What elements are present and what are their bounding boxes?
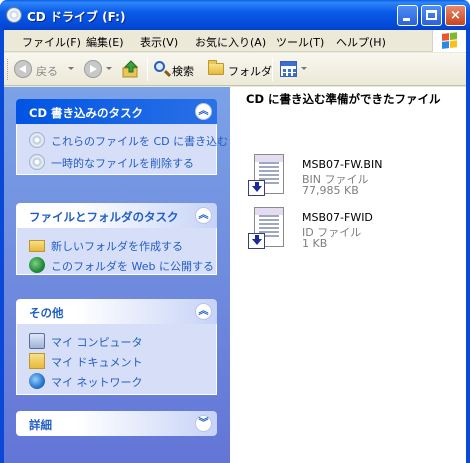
task-label: 新しいフォルダを作成する [51,240,183,253]
toolbar-grip[interactable] [7,59,10,80]
task-label: マイ ネットワーク [51,376,143,389]
up-button[interactable] [122,59,144,80]
menu-favorites[interactable]: お気に入り(A) [195,34,266,50]
file-folder-tasks-body: 新しいフォルダを作成する このフォルダを Web に公開する [16,228,217,275]
forward-button[interactable] [84,59,114,80]
collapse-icon[interactable]: ︽ [195,303,212,320]
task-label: このフォルダを Web に公開する [51,260,214,273]
back-button[interactable]: 戻る [14,59,74,80]
views-icon [280,61,297,77]
search-label: 検索 [172,65,194,78]
task-label: マイ ドキュメント [51,356,143,369]
folders-button[interactable]: フォルダ [208,59,272,80]
forward-arrow-icon [84,60,102,78]
other-places-group: その他 ︽ マイ コンピュータ マイ ドキュメント マイ ネットワーク [16,299,217,395]
maximize-icon [426,10,437,20]
back-arrow-icon [14,60,32,78]
file-name: MSB07-FWID [302,211,373,224]
minimize-button[interactable] [397,5,418,26]
windows-flag-icon [442,32,458,50]
task-label: マイ コンピュータ [51,336,143,349]
pending-burn-file-icon [248,207,288,253]
my-documents-icon [29,353,45,369]
file-folder-tasks-group: ファイルとフォルダのタスク ︽ 新しいフォルダを作成する このフォルダを Web… [16,203,217,275]
expand-icon[interactable]: ︾ [195,415,212,432]
client-area: ファイル(F) 編集(E) 表示(V) お気に入り(A) ツール(T) ヘルプ(… [4,30,466,463]
details-group: 詳細 ︾ [16,411,217,438]
back-dropdown-icon [68,67,74,70]
file-item[interactable]: MSB07-FWID ID ファイル 1 KB [248,207,458,259]
toolbar-separator [147,58,148,81]
menu-help[interactable]: ヘルプ(H) [336,34,386,50]
my-network-icon [29,373,45,389]
group-title: ファイルとフォルダのタスク [29,210,179,224]
task-label: これらのファイルを CD に書き込む [51,135,229,148]
file-folder-tasks-header[interactable]: ファイルとフォルダのタスク ︽ [16,203,217,228]
close-icon: × [450,8,461,23]
back-label: 戻る [36,65,58,78]
task-label: 一時的なファイルを削除する [51,157,194,170]
group-title: 詳細 [29,418,52,432]
windows-logo [432,30,466,52]
collapse-icon[interactable]: ︽ [195,207,212,224]
close-button[interactable]: × [445,5,466,26]
cd-drive-icon [6,7,22,23]
files-ready-heading: CD に書き込む準備ができたファイル [246,92,441,106]
maximize-button[interactable] [421,5,442,26]
forward-dropdown-icon [106,67,112,70]
file-size: 77,985 KB [302,184,359,197]
menu-bar: ファイル(F) 編集(E) 表示(V) お気に入り(A) ツール(T) ヘルプ(… [4,30,466,52]
toolbar: 戻る 検索 フォルダ [4,53,466,86]
cd-writing-tasks-header[interactable]: CD 書き込みのタスク ︽ [16,99,217,124]
folder-up-icon [122,60,139,78]
menu-view[interactable]: 表示(V) [140,34,178,50]
search-button[interactable]: 検索 [154,59,202,80]
my-computer-icon [29,333,45,349]
pending-burn-file-icon [248,154,288,200]
file-list-pane: CD に書き込む準備ができたファイル MSB07-FW.BIN BIN ファイル… [230,87,466,463]
task-pane: CD 書き込みのタスク ︽ これらのファイルを CD に書き込む 一時的なファイ… [4,87,230,463]
new-folder-icon [29,240,45,252]
details-header[interactable]: 詳細 ︾ [16,411,217,436]
group-title: その他 [29,306,64,320]
window-title: CD ドライブ (F:) [27,10,126,24]
explorer-window: CD ドライブ (F:) × ファイル(F) 編集(E) 表示(V) お気に入り… [0,0,470,463]
folders-label: フォルダ [228,65,272,78]
file-name: MSB07-FW.BIN [302,158,383,171]
file-item[interactable]: MSB07-FW.BIN BIN ファイル 77,985 KB [248,154,458,206]
collapse-icon[interactable]: ︽ [195,103,212,120]
title-bar[interactable]: CD ドライブ (F:) × [0,0,470,30]
views-button[interactable] [280,59,310,80]
other-places-header[interactable]: その他 ︽ [16,299,217,324]
search-icon [154,61,165,72]
menu-edit[interactable]: 編集(E) [86,34,124,50]
other-places-body: マイ コンピュータ マイ ドキュメント マイ ネットワーク [16,324,217,395]
toolbar-separator [272,58,273,81]
folder-icon [208,60,224,75]
views-dropdown-icon [301,67,307,70]
delete-temp-icon [29,154,45,170]
file-size: 1 KB [302,237,328,250]
menu-file[interactable]: ファイル(F) [22,34,81,50]
cd-burn-icon [29,132,45,148]
minimize-icon [403,18,410,21]
group-title: CD 書き込みのタスク [29,106,143,120]
cd-writing-tasks-body: これらのファイルを CD に書き込む 一時的なファイルを削除する [16,124,228,175]
menu-tools[interactable]: ツール(T) [276,34,324,50]
publish-web-icon [29,257,45,273]
cd-writing-tasks-group: CD 書き込みのタスク ︽ これらのファイルを CD に書き込む 一時的なファイ… [16,99,228,175]
